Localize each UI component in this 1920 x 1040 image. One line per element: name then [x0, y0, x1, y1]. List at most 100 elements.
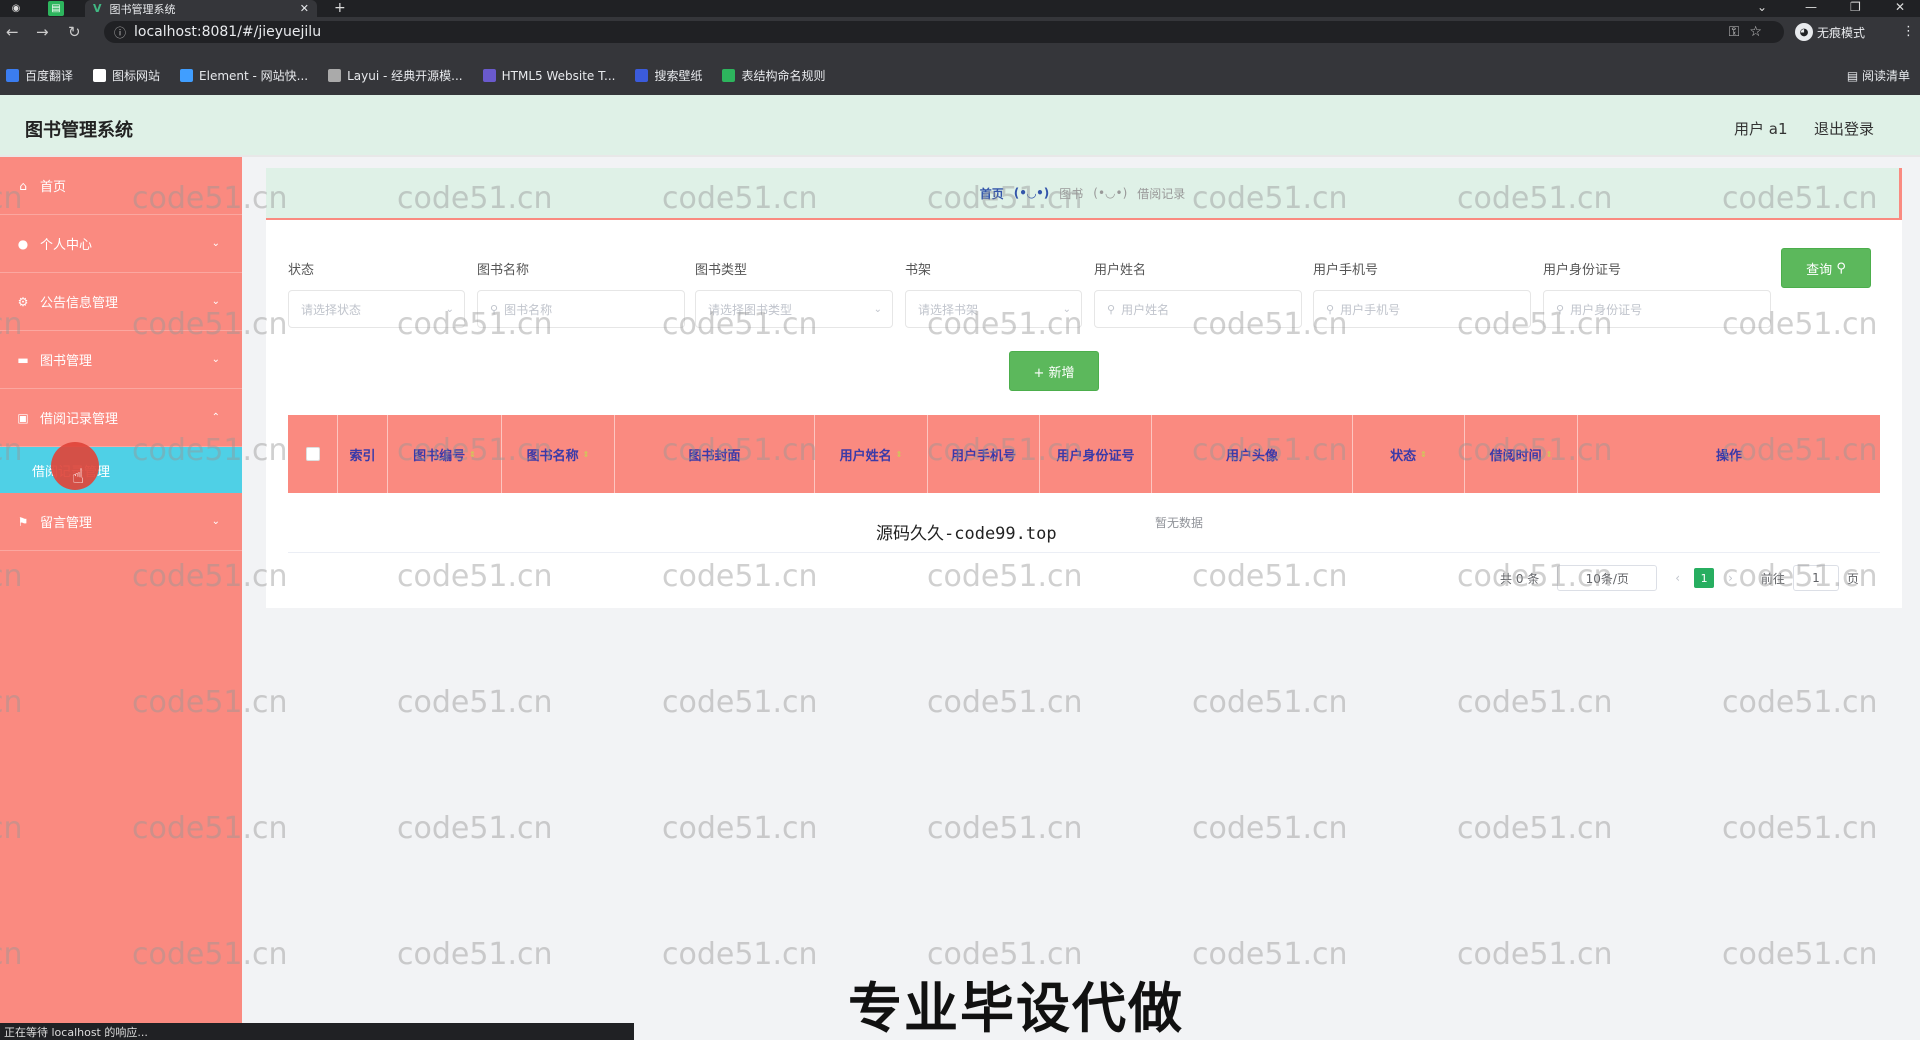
bookmark-item[interactable]: Layui - 经典开源模... — [328, 67, 463, 84]
column-header[interactable]: 图书编号 ⇕ — [388, 415, 502, 493]
chevron-down-icon: ⌄ — [211, 354, 220, 365]
watermark-text: code51.cn — [927, 811, 1083, 846]
sidebar-item-messages[interactable]: ⚑ 留言管理 ⌄ — [0, 493, 242, 551]
sidebar-item-home[interactable]: ⌂ 首页 — [0, 157, 242, 215]
pagination: 共 0 条 10条/页 ‹ 1 › 前往 1 页 — [1500, 565, 1859, 591]
prev-page-icon[interactable]: ‹ — [1675, 571, 1680, 585]
omnibox-actions[interactable]: ⚿☆ — [1729, 24, 1772, 40]
book-name-input[interactable]: ⚲ 图书名称 — [477, 290, 685, 328]
bookmark-label: Layui - 经典开源模... — [347, 69, 463, 83]
reading-list-button[interactable]: ▤ 阅读清单 — [1847, 67, 1910, 84]
column-header[interactable]: 用户手机号 — [928, 415, 1040, 493]
incognito-label: 无痕模式 — [1817, 25, 1866, 40]
status-placeholder: 请选择状态 — [301, 302, 362, 317]
shelf-select[interactable]: 请选择书架 ⌄ — [905, 290, 1082, 328]
bookmark-item[interactable]: 图标网站 — [93, 67, 160, 84]
sidebar-item-label: 图书管理 — [40, 354, 93, 369]
bookmark-item[interactable]: 百度翻译 — [6, 67, 73, 84]
bookmarks-bar: 百度翻译 图标网站 Element - 网站快... Layui - 经典开源模...… — [0, 47, 1920, 95]
shelf-placeholder: 请选择书架 — [918, 302, 979, 317]
flag-icon: ⚑ — [17, 514, 29, 529]
page-size-value: 10条/页 — [1585, 571, 1629, 586]
breadcrumb-current: 借阅记录 — [1137, 186, 1186, 201]
close-tab-icon[interactable]: ✕ — [300, 2, 309, 15]
select-all-cell[interactable] — [288, 415, 338, 493]
user-phone-input[interactable]: ⚲ 用户手机号 — [1313, 290, 1531, 328]
sidebar-item-books[interactable]: ▬ 图书管理 ⌄ — [0, 331, 242, 389]
sidebar-item-profile[interactable]: ● 个人中心 ⌄ — [0, 215, 242, 273]
query-label: 查询 — [1806, 262, 1833, 278]
column-header[interactable]: 图书名称 ⇕ — [502, 415, 615, 493]
watermark-text: code51.cn — [1722, 937, 1878, 972]
browser-tab[interactable]: V 图书管理系统 ✕ — [85, 0, 317, 17]
user-name-input[interactable]: ⚲ 用户姓名 — [1094, 290, 1302, 328]
column-label: 索引 — [349, 448, 376, 464]
forward-icon[interactable]: → — [36, 23, 49, 41]
incognito-indicator[interactable]: ◕ 无痕模式 — [1795, 23, 1865, 41]
clipboard-icon: ▣ — [17, 410, 29, 425]
logout-link[interactable]: 退出登录 — [1814, 118, 1874, 139]
app-header: 图书管理系统 用户 a1 退出登录 — [0, 95, 1920, 157]
column-header[interactable]: 用户姓名 ⇕ — [815, 415, 928, 493]
site-info-icon[interactable]: ⓘ — [114, 24, 126, 41]
user-name-placeholder: 用户姓名 — [1121, 302, 1170, 317]
page-size-select[interactable]: 10条/页 — [1557, 565, 1658, 591]
table-header: 索引 图书编号 ⇕ 图书名称 ⇕ 图书封面 用户姓名 ⇕ 用户手机号 用户身份证号 用… — [288, 415, 1880, 493]
kebab-menu-icon[interactable]: ⋮ — [1902, 24, 1915, 39]
bookmark-icon — [482, 69, 496, 82]
overlay-caption: 专业毕设代做 — [848, 977, 1184, 1040]
column-label: 图书名称 — [526, 448, 579, 464]
watermark-text: code51.cn — [662, 937, 818, 972]
bookmark-item[interactable]: 表结构命名规则 — [722, 67, 825, 84]
sort-icon[interactable]: ⇕ — [1420, 450, 1427, 459]
column-label: 图书封面 — [688, 448, 741, 464]
bookmark-icon — [6, 69, 19, 82]
close-window-icon[interactable]: ✕ — [1895, 0, 1905, 14]
next-page-icon[interactable]: › — [1728, 571, 1733, 585]
bookmark-item[interactable]: HTML5 Website T... — [482, 69, 615, 83]
url-field[interactable]: ⓘ localhost:8081/#/jieyuejilu ⚿☆ — [104, 21, 1784, 43]
sidebar-subitem-borrow-records[interactable]: 借阅记录管理 — [0, 447, 242, 493]
pinned-tab-icon[interactable]: ▤ — [48, 1, 64, 16]
goto-page-input[interactable]: 1 — [1792, 565, 1839, 591]
minimize-icon[interactable]: — — [1805, 0, 1817, 14]
sort-icon[interactable]: ⇕ — [896, 450, 903, 459]
empty-table-row: 暂无数据 — [288, 493, 1880, 553]
browser-menu-icon[interactable]: ◉ — [8, 1, 24, 16]
column-header[interactable]: 用户身份证号 — [1040, 415, 1152, 493]
watermark-text: code51.cn — [1192, 937, 1348, 972]
chevron-up-icon: ⌃ — [211, 412, 220, 423]
back-icon[interactable]: ← — [6, 23, 19, 41]
column-header[interactable]: 借阅时间 ⇕ — [1465, 415, 1578, 493]
sort-icon[interactable]: ⇕ — [1546, 450, 1553, 459]
reload-icon[interactable]: ↻ — [68, 23, 81, 41]
sidebar-item-label: 公告信息管理 — [40, 296, 119, 311]
restore-icon[interactable]: ❐ — [1850, 0, 1861, 14]
user-phone-placeholder: 用户手机号 — [1340, 302, 1401, 317]
column-label: 用户头像 — [1225, 448, 1278, 464]
breadcrumb-home[interactable]: 首页 — [980, 185, 1004, 202]
column-header[interactable]: 状态 ⇕ — [1353, 415, 1465, 493]
status-select[interactable]: 请选择状态 ⌄ — [288, 290, 465, 328]
query-button[interactable]: 查询 ⚲ — [1781, 248, 1871, 288]
search-icon: ⚲ — [1107, 302, 1116, 316]
search-icon: ⚲ — [490, 302, 499, 316]
book-type-select[interactable]: 请选择图书类型 ⌄ — [695, 290, 893, 328]
bookmark-item[interactable]: Element - 网站快... — [180, 67, 308, 84]
sort-icon[interactable]: ⇕ — [583, 450, 590, 459]
new-tab-button[interactable]: + — [334, 0, 346, 16]
bookmark-item[interactable]: 搜索壁纸 — [635, 67, 702, 84]
column-label: 状态 — [1390, 448, 1417, 464]
page-number-current[interactable]: 1 — [1694, 568, 1715, 588]
watermark-text: code51.cn — [1722, 685, 1878, 720]
sidebar-item-borrow[interactable]: ▣ 借阅记录管理 ⌃ — [0, 389, 242, 447]
watermark-text: code51.cn — [662, 685, 818, 720]
sort-icon[interactable]: ⇕ — [469, 450, 476, 459]
book-type-placeholder: 请选择图书类型 — [708, 302, 793, 317]
sidebar-item-notices[interactable]: ⚙ 公告信息管理 ⌄ — [0, 273, 242, 331]
select-all-checkbox[interactable] — [305, 447, 320, 461]
user-id-input[interactable]: ⚲ 用户身份证号 — [1543, 290, 1771, 328]
add-button[interactable]: + 新增 — [1009, 351, 1099, 391]
chevron-down-icon: ⌄ — [211, 516, 220, 527]
tab-search-icon[interactable]: ⌄ — [1757, 0, 1767, 14]
